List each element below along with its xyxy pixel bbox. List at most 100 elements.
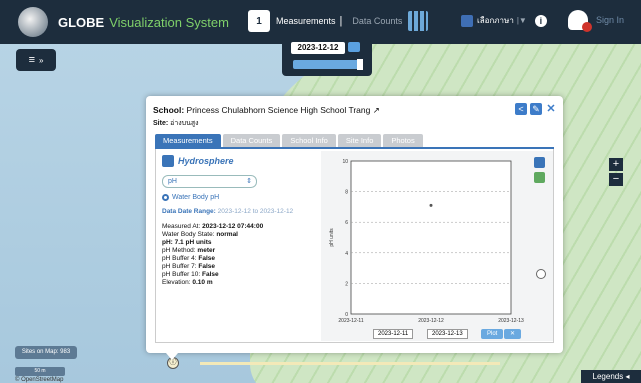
table-view-icon[interactable] xyxy=(534,157,545,168)
y-tick-label: 2 xyxy=(345,281,348,287)
sign-in-label: Sign In xyxy=(596,15,625,25)
sign-in[interactable]: Sign In xyxy=(568,10,625,32)
detail-row: pH Buffer 4: False xyxy=(162,255,314,263)
radio-dot-icon xyxy=(162,194,169,201)
school-line: School: Princess Chulabhorn Science High… xyxy=(153,105,380,116)
date-slider[interactable] xyxy=(293,59,363,70)
data-point xyxy=(429,203,433,207)
popup-tools: < ✎ ✕ xyxy=(512,103,557,115)
detail-label: Measured At: xyxy=(162,223,203,230)
language-selector[interactable]: เลือกภาษา |▼ i xyxy=(461,14,547,27)
detail-row: Measured At: 2023-12-12 07:44:00 xyxy=(162,223,314,231)
zoom-out-button[interactable]: − xyxy=(609,173,623,186)
detail-value: False xyxy=(202,271,219,278)
share-icon[interactable]: < xyxy=(515,103,527,115)
detail-row: Elevation: 0.10 m xyxy=(162,279,314,287)
x-tick-label: 2023-12-11 xyxy=(338,318,363,324)
detail-label: Elevation: xyxy=(162,279,193,286)
language-caret: |▼ xyxy=(516,16,527,25)
date-slider-handle[interactable] xyxy=(357,59,363,70)
osm-attribution[interactable]: © OpenStreetMap xyxy=(15,377,63,383)
site-popup: School: Princess Chulabhorn Science High… xyxy=(146,96,563,360)
detail-value: False xyxy=(198,255,215,262)
y-tick-label: 8 xyxy=(345,190,348,196)
water-body-ph-radio[interactable]: Water Body pH xyxy=(162,194,314,201)
y-tick-label: 10 xyxy=(342,159,348,165)
layers-button[interactable]: ≡ » xyxy=(16,49,56,71)
scale-bar: 50 m xyxy=(15,367,65,376)
video-camera-icon[interactable] xyxy=(348,42,360,52)
school-label: School: xyxy=(153,105,185,115)
date-field[interactable]: 2023-12-12 xyxy=(291,42,345,54)
x-tick-label: 2023-12-12 xyxy=(418,318,444,324)
date-range: Data Date Range: 2023-12-12 to 2023-12-1… xyxy=(162,208,314,215)
detail-label: Water Body State: xyxy=(162,231,217,238)
zoom-in-button[interactable]: + xyxy=(609,158,623,171)
x-tick-label: 2023-12-13 xyxy=(498,318,524,324)
tab-photos[interactable]: Photos xyxy=(383,134,423,147)
plot-button[interactable]: Plot xyxy=(481,329,504,339)
layers-icon: ≡ xyxy=(28,54,35,66)
radio-label: Water Body pH xyxy=(172,194,220,201)
hydrosphere-label: Hydrosphere xyxy=(178,156,234,166)
zoom-chart-icon[interactable] xyxy=(536,269,546,279)
detail-value: 0.10 m xyxy=(192,279,213,286)
measurement-details: Measured At: 2023-12-12 07:44:00 Water Bo… xyxy=(162,223,314,287)
site-line: Site: อ่างบนสูง xyxy=(153,118,199,129)
edit-icon[interactable]: ✎ xyxy=(530,103,542,115)
info-icon[interactable]: i xyxy=(534,14,547,27)
detail-row: pH Buffer 7: False xyxy=(162,263,314,271)
legends-button[interactable]: Legends ◂ xyxy=(581,370,641,383)
tab-measurements[interactable]: Measurements xyxy=(155,134,221,147)
tab-school-info[interactable]: School Info xyxy=(282,134,336,147)
y-tick-label: 4 xyxy=(345,251,348,257)
popup-tabs: Measurements Data Counts School Info Sit… xyxy=(155,134,425,147)
tab-data-counts[interactable]: Data Counts xyxy=(222,134,281,147)
date-panel: 2023-12-12 xyxy=(282,36,372,76)
nav-separator: | xyxy=(339,15,343,27)
site-label: Site: xyxy=(153,120,169,127)
detail-value: 2023-12-12 07:44:00 xyxy=(202,223,264,230)
protocol-select[interactable]: pH xyxy=(162,175,257,188)
detail-row: pH Method: meter xyxy=(162,247,314,255)
detail-value: False xyxy=(198,263,215,270)
site-name: อ่างบนสูง xyxy=(170,120,199,127)
hydrosphere-icon xyxy=(162,155,174,167)
y-axis-label: pH units xyxy=(329,228,335,247)
detail-value: meter xyxy=(197,247,216,254)
app-subtitle: Visualization System xyxy=(109,14,229,30)
chart-view-icon[interactable] xyxy=(534,172,545,183)
calendar-icon[interactable]: 1 xyxy=(248,10,270,32)
detail-row: pH: 7.1 pH units xyxy=(162,239,314,247)
sites-on-map-badge[interactable]: Sites on Map: 983 xyxy=(15,346,77,359)
popup-pointer xyxy=(166,353,178,360)
chart-area: 0 2 4 6 8 10 2023-12-11 2023-12-12 2023-12-13 pH … xyxy=(321,151,553,341)
translate-icon xyxy=(461,14,473,27)
range-label: Data Date Range: xyxy=(162,208,216,215)
detail-label: pH Buffer 10: xyxy=(162,271,202,278)
end-date-input[interactable]: 2023-12-13 xyxy=(427,329,468,339)
globe-logo-icon[interactable] xyxy=(18,7,48,37)
start-date-input[interactable]: 2023-12-11 xyxy=(373,329,414,339)
detail-label: pH Buffer 7: xyxy=(162,263,199,270)
ph-chart: 02468102023-12-11 2023-12-12 2023-12-13pH … xyxy=(329,159,524,324)
data-counts-icon[interactable] xyxy=(408,11,429,31)
external-link-icon[interactable]: ↗ xyxy=(373,105,380,115)
chart-tools xyxy=(534,157,545,187)
detail-label: pH: xyxy=(162,239,175,246)
detail-row: pH Buffer 10: False xyxy=(162,271,314,279)
y-tick-label: 6 xyxy=(345,220,348,226)
close-icon[interactable]: ✕ xyxy=(545,103,557,115)
reset-button[interactable]: ✕ xyxy=(504,329,522,339)
nav-data-counts[interactable]: Data Counts xyxy=(352,16,402,26)
measurement-panel: Hydrosphere pH Water Body pH Data Date R… xyxy=(162,155,314,287)
user-icon xyxy=(568,10,592,32)
app-title: GLOBE xyxy=(58,14,105,30)
school-name: Princess Chulabhorn Science High School … xyxy=(186,105,371,115)
hydrosphere-heading: Hydrosphere xyxy=(162,155,314,167)
main-nav: 1 Measurements | Data Counts xyxy=(248,10,429,32)
nav-measurements[interactable]: Measurements xyxy=(276,16,336,26)
chevron-down-icon: » xyxy=(38,55,44,65)
tab-content: Hydrosphere pH Water Body pH Data Date R… xyxy=(155,149,554,343)
tab-site-info[interactable]: Site Info xyxy=(337,134,382,147)
